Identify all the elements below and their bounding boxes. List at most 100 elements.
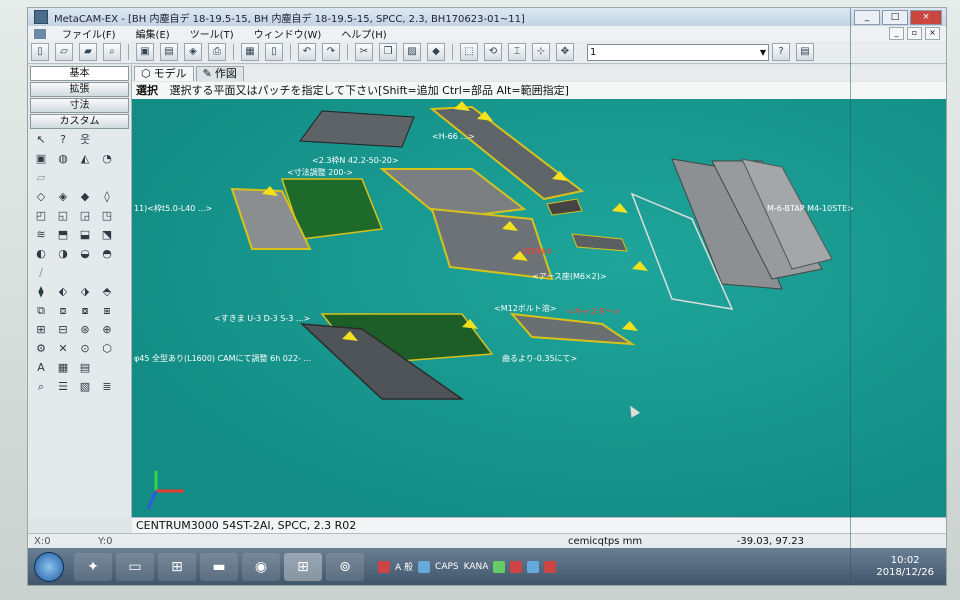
shell-icon[interactable]: ◐ bbox=[32, 246, 50, 262]
properties-icon[interactable]: ▦ bbox=[241, 43, 259, 61]
notch-icon[interactable]: ◱ bbox=[54, 208, 72, 224]
help-pointer-icon[interactable]: ? bbox=[772, 43, 790, 61]
taskbar-app-grid[interactable]: ⊞ bbox=[158, 552, 196, 581]
text-icon[interactable]: A bbox=[32, 360, 50, 376]
tray-app-icon[interactable] bbox=[510, 560, 523, 573]
select-arrow-icon[interactable]: ↖ bbox=[32, 132, 50, 148]
mdi-restore-button[interactable]: ▫ bbox=[907, 27, 922, 40]
start-button[interactable] bbox=[34, 551, 64, 582]
save-all-icon[interactable]: ▤ bbox=[160, 43, 178, 61]
relief-icon[interactable]: ◳ bbox=[98, 208, 116, 224]
ime-indicator[interactable]: A 般 bbox=[395, 560, 413, 573]
note-icon[interactable]: ▤ bbox=[76, 360, 94, 376]
sheet-icon[interactable]: ◇ bbox=[32, 189, 50, 205]
category-custom[interactable]: カスタム bbox=[30, 114, 129, 129]
rotate-view-icon[interactable]: ⟲ bbox=[484, 43, 502, 61]
taskbar-app-metacam[interactable]: ⊞ bbox=[284, 552, 322, 581]
taskbar-app-folder[interactable]: ▭ bbox=[116, 552, 154, 581]
undo-icon[interactable]: ↶ bbox=[298, 43, 316, 61]
open-recent-icon[interactable]: ▰ bbox=[79, 43, 97, 61]
report-icon[interactable]: ▧ bbox=[76, 379, 94, 395]
top-panel[interactable] bbox=[299, 110, 415, 148]
assembly-icon[interactable]: ⊞ bbox=[32, 322, 50, 338]
redo-icon[interactable]: ↷ bbox=[322, 43, 340, 61]
box-icon[interactable]: ▣ bbox=[32, 151, 50, 167]
menu-file[interactable]: ファイル(F) bbox=[52, 26, 126, 41]
stud-icon[interactable]: ⊙ bbox=[76, 341, 94, 357]
scale-part-icon[interactable]: ⊕ bbox=[98, 322, 116, 338]
pipe-icon[interactable]: ◒ bbox=[76, 246, 94, 262]
menu-tools[interactable]: ツール(T) bbox=[180, 26, 244, 41]
menu-window[interactable]: ウィンドウ(W) bbox=[244, 26, 332, 41]
hardware-icon[interactable]: ⚙ bbox=[32, 341, 50, 357]
hem-icon[interactable]: ◊ bbox=[98, 189, 116, 205]
rib-icon[interactable]: ◑ bbox=[54, 246, 72, 262]
layer-select[interactable]: 1 ▼ bbox=[587, 43, 769, 61]
search-icon[interactable]: ⌕ bbox=[103, 43, 121, 61]
category-basic[interactable]: 基本 bbox=[30, 66, 129, 81]
tap-icon[interactable]: ⬘ bbox=[98, 284, 116, 300]
part-icon[interactable]: ⊟ bbox=[54, 322, 72, 338]
lower-right-bar[interactable] bbox=[509, 312, 636, 346]
pem-icon[interactable]: ✕ bbox=[54, 341, 72, 357]
eraser-icon[interactable]: ◆ bbox=[427, 43, 445, 61]
weld-icon[interactable]: ⧫ bbox=[32, 284, 50, 300]
menu-edit[interactable]: 編集(E) bbox=[126, 26, 180, 41]
move-axis-icon[interactable]: ✥ bbox=[556, 43, 574, 61]
mirror-icon[interactable]: ⧉ bbox=[32, 303, 50, 319]
table-icon[interactable]: ▦ bbox=[54, 360, 72, 376]
close-button[interactable]: × bbox=[910, 10, 942, 25]
export-icon[interactable]: ◈ bbox=[184, 43, 202, 61]
minimize-button[interactable]: _ bbox=[854, 10, 880, 25]
cone-icon[interactable]: ◭ bbox=[76, 151, 94, 167]
small-part-2[interactable] bbox=[546, 198, 583, 216]
copy-icon[interactable]: ❐ bbox=[379, 43, 397, 61]
tray-volume-icon[interactable] bbox=[527, 560, 540, 573]
menu-help[interactable]: ヘルプ(H) bbox=[331, 26, 396, 41]
document-icon[interactable] bbox=[34, 28, 46, 39]
tab-icon[interactable]: ⬖ bbox=[54, 284, 72, 300]
bend-icon[interactable]: ◔ bbox=[98, 151, 116, 167]
help-arrow-icon[interactable]: ? bbox=[54, 132, 72, 148]
open-folder-icon[interactable]: ▱ bbox=[55, 43, 73, 61]
joint-icon[interactable]: ◓ bbox=[98, 246, 116, 262]
tray-update-icon[interactable] bbox=[493, 560, 506, 573]
maximize-button[interactable]: □ bbox=[882, 10, 908, 25]
nut-icon[interactable]: ⬡ bbox=[98, 341, 116, 357]
zoom-window-icon[interactable]: ⬚ bbox=[460, 43, 478, 61]
sheet-blue-icon[interactable]: ◈ bbox=[54, 189, 72, 205]
layer-icon[interactable]: ≋ bbox=[32, 227, 50, 243]
exploded-assembly-model[interactable]: <H-66 ...> <寸法調整 200-> 11)<枠t5.0-L40 ...… bbox=[132, 99, 946, 517]
chrome-icon[interactable]: ◉ bbox=[242, 552, 280, 581]
taskbar-app-orange[interactable]: ⊚ bbox=[326, 552, 364, 581]
fold-icon[interactable]: ⬓ bbox=[76, 227, 94, 243]
tray-ime-icon[interactable] bbox=[418, 560, 431, 573]
tray-antivirus-icon[interactable] bbox=[378, 560, 390, 573]
person-icon[interactable]: 웃 bbox=[76, 132, 94, 148]
document-icon[interactable]: ▯ bbox=[265, 43, 283, 61]
unfold-icon[interactable]: ⬔ bbox=[98, 227, 116, 243]
paste-icon[interactable]: ▨ bbox=[403, 43, 421, 61]
new-file-icon[interactable]: ▯ bbox=[31, 43, 49, 61]
measure-icon[interactable]: ⌶ bbox=[508, 43, 526, 61]
array-icon[interactable]: ⧈ bbox=[54, 303, 72, 319]
mdi-minimize-button[interactable]: _ bbox=[889, 27, 904, 40]
cylinder-icon[interactable]: ◍ bbox=[54, 151, 72, 167]
model-viewport[interactable]: <H-66 ...> <寸法調整 200-> 11)<枠t5.0-L40 ...… bbox=[132, 99, 946, 517]
center-block[interactable] bbox=[430, 207, 554, 281]
tab-drawing[interactable]: ✎ 作図 bbox=[195, 66, 244, 81]
small-part[interactable] bbox=[571, 233, 628, 252]
category-dimension[interactable]: 寸法 bbox=[30, 98, 129, 113]
plate-icon[interactable]: ▱ bbox=[32, 170, 50, 186]
extrude-icon[interactable]: ⬒ bbox=[54, 227, 72, 243]
snap-icon[interactable]: ⊹ bbox=[532, 43, 550, 61]
slot-icon[interactable]: ⬗ bbox=[76, 284, 94, 300]
cutout-icon[interactable]: ◲ bbox=[76, 208, 94, 224]
tab-model[interactable]: ⬡ モデル bbox=[134, 66, 194, 81]
list-icon[interactable]: ☰ bbox=[54, 379, 72, 395]
category-extended[interactable]: 拡張 bbox=[30, 82, 129, 97]
tray-network-icon[interactable] bbox=[544, 560, 557, 573]
print-icon[interactable]: ⎙ bbox=[208, 43, 226, 61]
search-icon[interactable]: ⌕ bbox=[32, 379, 50, 395]
layers-icon[interactable]: ≣ bbox=[98, 379, 116, 395]
